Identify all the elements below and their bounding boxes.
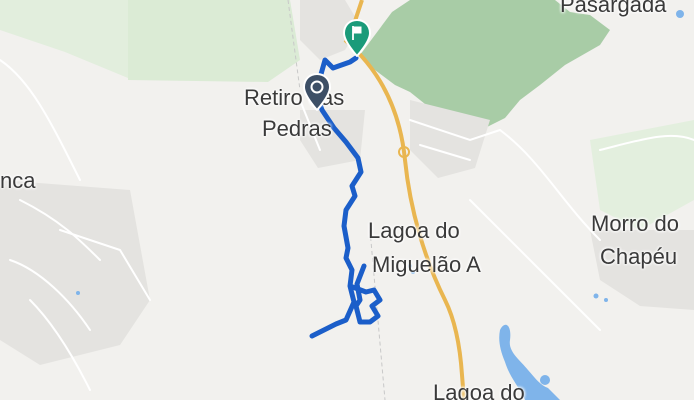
place-label-retiro-line2: Pedras [262, 116, 332, 141]
park-area [360, 0, 610, 128]
map-base-layer [0, 0, 694, 400]
place-label-morro-line2: Chapéu [600, 244, 678, 269]
place-label-morro-line1: Morro do [591, 211, 680, 236]
map-view[interactable]: Pasargada Retiro das Pedras Lagoa do Mig… [0, 0, 694, 400]
forest-area [0, 0, 128, 78]
place-label-lagoa-bottom: Lagoa do [433, 380, 525, 400]
place-label-lagoa-miguelao-line1: Lagoa do [368, 218, 460, 243]
forest-area [128, 0, 300, 82]
start-pin-icon[interactable] [303, 73, 331, 111]
flag-pin-icon[interactable] [343, 19, 371, 57]
place-label-pasargada: Pasargada [560, 0, 667, 17]
place-label-lagoa-miguelao-line2: Miguelão A [372, 252, 481, 277]
place-label-left-edge: nca [0, 168, 36, 193]
